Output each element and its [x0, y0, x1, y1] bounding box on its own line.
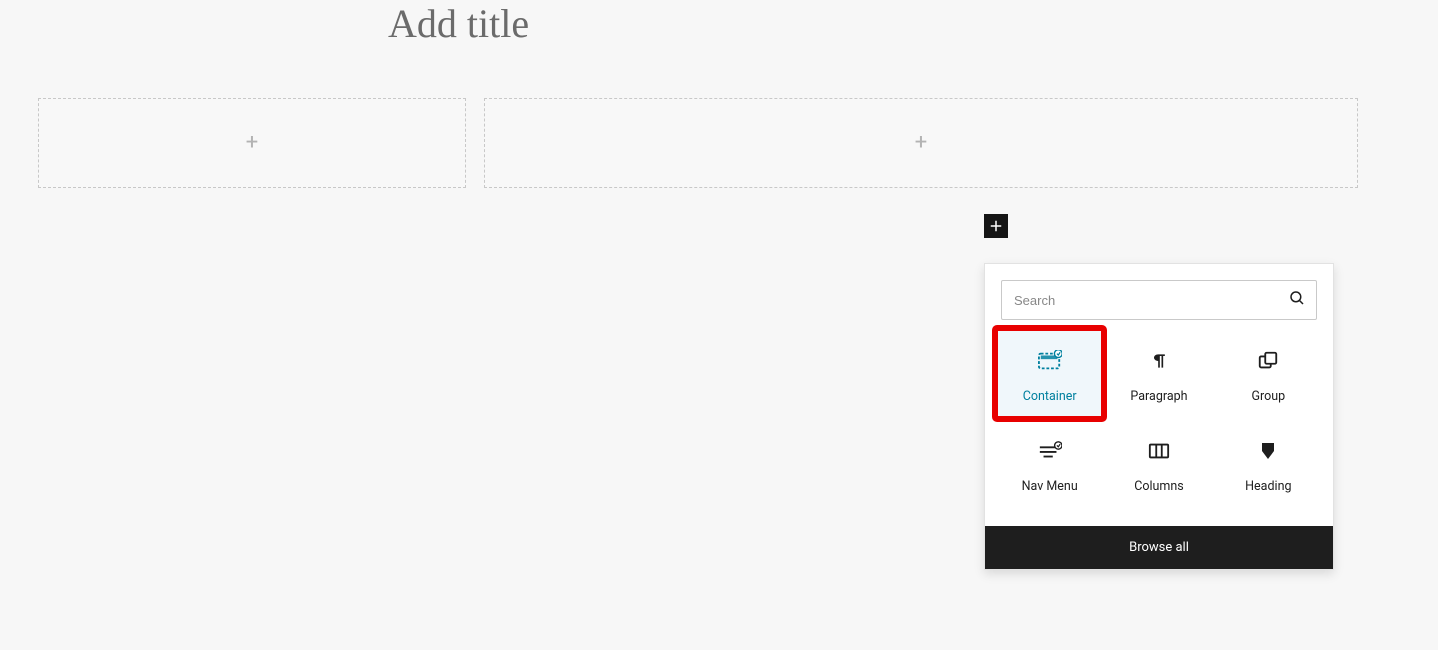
column-placeholder-left[interactable]: +	[38, 98, 466, 188]
block-label: Paragraph	[1130, 389, 1187, 404]
block-item-container[interactable]: Container	[995, 328, 1104, 419]
block-item-heading[interactable]: Heading	[1214, 419, 1323, 508]
search-box[interactable]	[1001, 280, 1317, 320]
group-icon	[1256, 349, 1280, 373]
plus-icon	[987, 217, 1005, 235]
block-search-input[interactable]	[1014, 293, 1288, 308]
block-item-paragraph[interactable]: Paragraph	[1104, 328, 1213, 419]
block-label: Nav Menu	[1022, 479, 1078, 494]
container-icon	[1038, 349, 1062, 373]
block-item-nav-menu[interactable]: Nav Menu	[995, 419, 1104, 508]
block-label: Columns	[1134, 479, 1184, 494]
add-block-button[interactable]	[984, 214, 1008, 238]
block-label: Container	[1023, 389, 1077, 404]
nav-menu-icon	[1038, 439, 1062, 463]
block-item-group[interactable]: Group	[1214, 328, 1323, 419]
post-title-placeholder[interactable]: Add title	[388, 0, 529, 47]
plus-icon: +	[915, 132, 927, 154]
plus-icon: +	[246, 132, 258, 154]
column-placeholder-right[interactable]: +	[484, 98, 1358, 188]
block-label: Heading	[1245, 479, 1291, 494]
block-item-columns[interactable]: Columns	[1104, 419, 1213, 508]
block-label: Group	[1251, 389, 1285, 404]
search-icon	[1288, 289, 1306, 311]
block-inserter-popover: Container Paragraph Group	[984, 263, 1334, 570]
heading-icon	[1256, 439, 1280, 463]
columns-row: + +	[38, 98, 1358, 188]
browse-all-button[interactable]: Browse all	[985, 526, 1333, 569]
search-wrap	[985, 264, 1333, 320]
paragraph-icon	[1147, 349, 1171, 373]
columns-icon	[1147, 439, 1171, 463]
blocks-grid: Container Paragraph Group	[985, 320, 1333, 526]
